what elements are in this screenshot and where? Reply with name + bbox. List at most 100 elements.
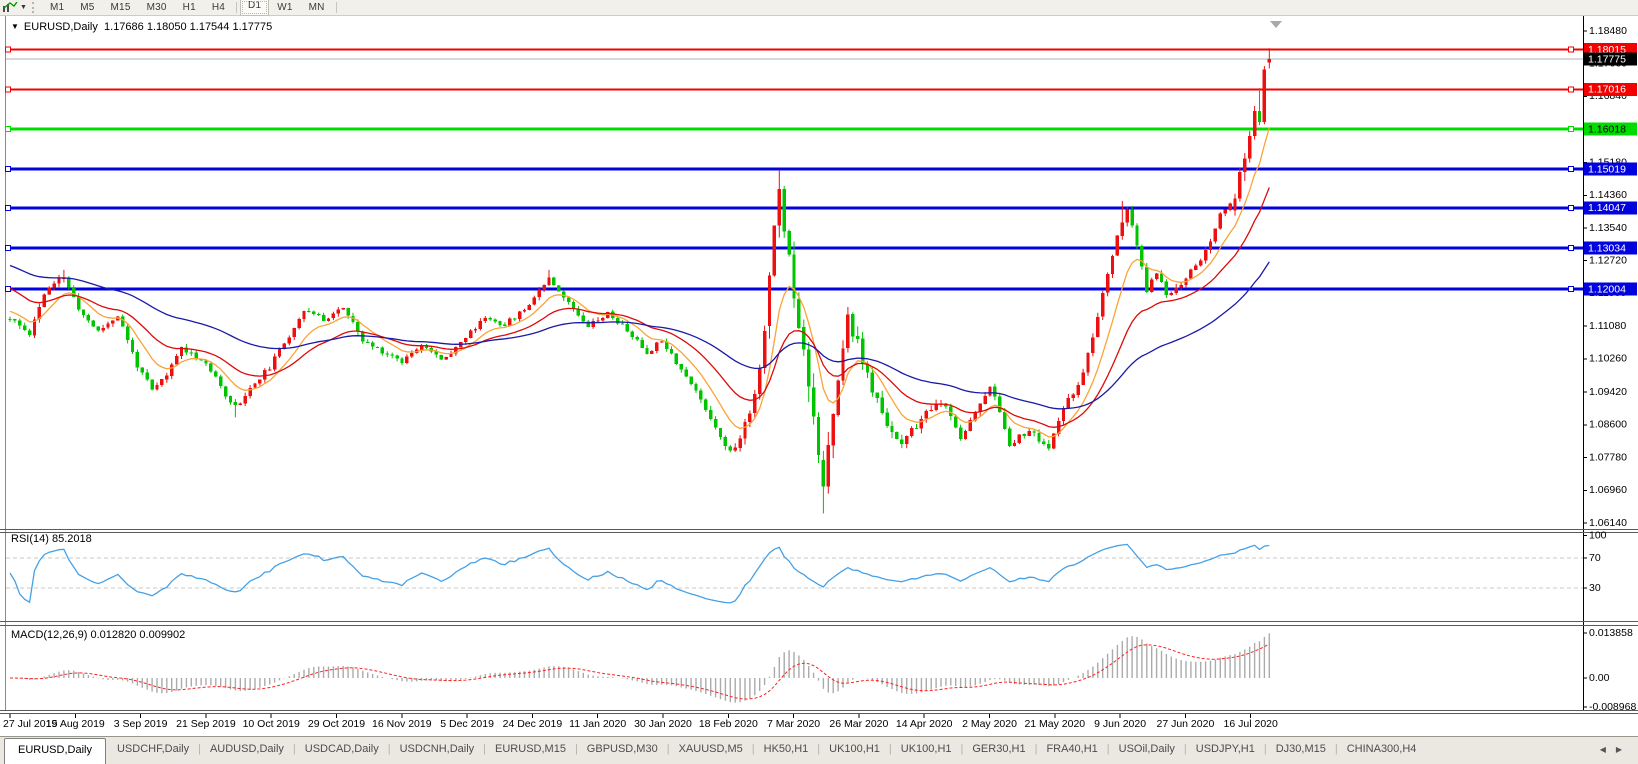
- hline-handle[interactable]: [1569, 205, 1574, 210]
- hline-handle[interactable]: [6, 127, 11, 132]
- chart-tab-USDJPY-H1[interactable]: USDJPY,H1: [1187, 737, 1264, 764]
- axis-tick-label: 1.18480: [1589, 25, 1627, 37]
- candle-body: [224, 386, 227, 396]
- chart-tab-USDCAD-Daily[interactable]: USDCAD,Daily: [296, 737, 388, 764]
- chart-tab-DJ30-M15[interactable]: DJ30,M15: [1267, 737, 1335, 764]
- chart-tab-HK50-H1[interactable]: HK50,H1: [755, 737, 818, 764]
- chart-type-icon-glyph: [2, 2, 18, 13]
- candle-body: [1013, 443, 1016, 446]
- chart-tab-XAUUSD-M5[interactable]: XAUUSD,M5: [670, 737, 752, 764]
- tab-scroll-right-icon[interactable]: ▶: [1616, 745, 1622, 764]
- price-chart-canvas[interactable]: 1.184801.176601.168401.160201.151801.143…: [0, 16, 1638, 737]
- candle-body: [1224, 210, 1227, 214]
- candle-body: [1233, 198, 1236, 210]
- candle-body: [356, 322, 359, 331]
- chart-type-dropdown-icon[interactable]: ▼: [20, 4, 30, 11]
- date-label: 29 Oct 2019: [308, 718, 365, 730]
- chart-tab-AUDUSD-Daily[interactable]: AUDUSD,Daily: [201, 737, 293, 764]
- candle-body: [905, 436, 908, 444]
- date-label: 15 Aug 2019: [46, 718, 105, 730]
- price-label-text: 1.16018: [1588, 123, 1626, 135]
- date-label: 7 Mar 2020: [767, 718, 820, 730]
- chart-tab-FRA40-H1[interactable]: FRA40,H1: [1037, 737, 1106, 764]
- tf-button-M1[interactable]: M1: [42, 0, 72, 15]
- hline-handle[interactable]: [6, 87, 11, 92]
- chart-tab-UK100-H1[interactable]: UK100,H1: [820, 737, 889, 764]
- candle-body: [552, 278, 555, 286]
- date-label: 11 Jan 2020: [569, 718, 626, 730]
- chart-tab-UK100-H1[interactable]: UK100,H1: [892, 737, 961, 764]
- candle-body: [1243, 159, 1246, 172]
- chart-type-icon[interactable]: [0, 1, 20, 14]
- tab-scroll-left-icon[interactable]: ◀: [1600, 745, 1606, 764]
- price-label-text: 1.15019: [1588, 163, 1626, 175]
- candle-body: [1003, 412, 1006, 429]
- tf-button-W1[interactable]: W1: [269, 0, 300, 15]
- hline-handle[interactable]: [1569, 167, 1574, 172]
- hline-handle[interactable]: [1569, 127, 1574, 132]
- candle-body: [1214, 229, 1217, 242]
- candle-body: [601, 318, 604, 320]
- chart-tab-USDCNH-Daily[interactable]: USDCNH,Daily: [391, 737, 484, 764]
- candle-body: [1121, 223, 1124, 236]
- candle-body: [327, 318, 330, 321]
- candle-body: [302, 311, 305, 319]
- candle-body: [1047, 444, 1050, 449]
- tf-button-D1[interactable]: D1: [240, 0, 269, 16]
- candle-body: [567, 297, 570, 302]
- hline-handle[interactable]: [1569, 47, 1574, 52]
- candle-body: [190, 352, 193, 353]
- candle-body: [1150, 279, 1153, 291]
- tf-button-M5[interactable]: M5: [72, 0, 102, 15]
- candle-body: [538, 290, 541, 298]
- axis-tick-label: 1.06960: [1589, 484, 1627, 496]
- candle-body: [165, 376, 168, 380]
- hline-handle[interactable]: [6, 205, 11, 210]
- hline-handle[interactable]: [1569, 287, 1574, 292]
- candle-body: [650, 351, 653, 354]
- date-label: 2 May 2020: [962, 718, 1017, 730]
- date-label: 16 Jul 2020: [1224, 718, 1278, 730]
- candle-body: [675, 353, 678, 363]
- chart-ohlc-values: 1.17686 1.18050 1.17544 1.17775: [104, 21, 272, 33]
- tf-button-H1[interactable]: H1: [175, 0, 204, 15]
- candle-body: [106, 324, 109, 328]
- chart-dropdown-icon[interactable]: ▼: [11, 22, 19, 31]
- tf-button-M30[interactable]: M30: [139, 0, 175, 15]
- candle-body: [43, 295, 46, 307]
- chart-tab-USOil-Daily[interactable]: USOil,Daily: [1110, 737, 1184, 764]
- candle-body: [322, 315, 325, 321]
- hline-handle[interactable]: [6, 47, 11, 52]
- timeframe-toolbar: ▼ M1M5M15M30H1H4 D1W1MN: [0, 0, 1638, 16]
- candle-body: [846, 314, 849, 348]
- macd-axis-label: 0.013858: [1589, 627, 1633, 639]
- tf-button-H4[interactable]: H4: [204, 0, 233, 15]
- candle-body: [469, 330, 472, 338]
- axis-tick-label: 1.06140: [1589, 517, 1627, 529]
- chart-tab-GER30-H1[interactable]: GER30,H1: [963, 737, 1034, 764]
- date-label: 21 May 2020: [1024, 718, 1085, 730]
- candle-body: [1253, 111, 1256, 136]
- hline-handle[interactable]: [6, 167, 11, 172]
- hline-handle[interactable]: [1569, 246, 1574, 251]
- hline-handle[interactable]: [1569, 87, 1574, 92]
- candle-body: [993, 387, 996, 397]
- candle-body: [983, 396, 986, 404]
- hline-handle[interactable]: [6, 246, 11, 251]
- candle-body: [640, 340, 643, 348]
- candle-body: [885, 413, 888, 426]
- candle-body: [773, 226, 776, 276]
- chart-tab-EURUSD-M15[interactable]: EURUSD,M15: [486, 737, 575, 764]
- hline-handle[interactable]: [6, 287, 11, 292]
- macd-indicator-label: MACD(12,26,9) 0.012820 0.009902: [11, 629, 185, 641]
- tf-button-M15[interactable]: M15: [103, 0, 139, 15]
- chart-tab-EURUSD-Daily[interactable]: EURUSD,Daily: [4, 738, 106, 764]
- chart-tab-GBPUSD-M30[interactable]: GBPUSD,M30: [578, 737, 667, 764]
- candle-body: [562, 291, 565, 297]
- tf-button-MN[interactable]: MN: [301, 0, 333, 15]
- candle-body: [1160, 273, 1163, 281]
- chart-tab-USDCHF-Daily[interactable]: USDCHF,Daily: [108, 737, 198, 764]
- candle-body: [645, 348, 648, 354]
- chart-tab-CHINA300-H4[interactable]: CHINA300,H4: [1338, 737, 1426, 764]
- candle-body: [366, 342, 369, 343]
